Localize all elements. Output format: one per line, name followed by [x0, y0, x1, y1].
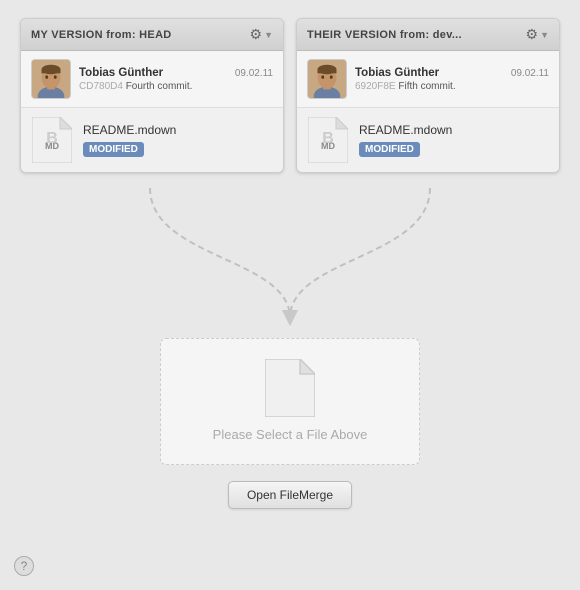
panels-row: MY VERSION from: HEAD ⚙ ▼ [20, 18, 560, 173]
right-gear-icon: ⚙ [526, 26, 539, 43]
right-commit-hash-msg: 6920F8E Fifth commit. [355, 81, 549, 92]
output-box: Please Select a File Above [160, 338, 420, 465]
right-commit-details: Tobias Günther 09.02.11 6920F8E Fifth co… [355, 67, 549, 92]
right-gear-button[interactable]: ⚙ ▼ [526, 26, 549, 43]
svg-text:B: B [322, 130, 334, 147]
left-author-row: Tobias Günther 09.02.11 [79, 67, 273, 79]
right-version-panel: THEIR VERSION from: dev... ⚙ ▼ [296, 18, 560, 173]
left-commit-info: Tobias Günther 09.02.11 CD780D4 Fourth c… [21, 51, 283, 107]
right-file-row[interactable]: MD B README.mdown MODIFIED [297, 107, 559, 172]
svg-text:B: B [46, 130, 58, 147]
left-panel-title: MY VERSION from: HEAD [31, 29, 172, 41]
left-commit-hash-msg: CD780D4 Fourth commit. [79, 81, 273, 92]
left-file-row[interactable]: MD B README.mdown MODIFIED [21, 107, 283, 172]
right-commit-author: Tobias Günther [355, 67, 439, 79]
left-gear-button[interactable]: ⚙ ▼ [250, 26, 273, 43]
left-commit-date: 09.02.11 [235, 68, 273, 79]
right-commit-hash: 6920F8E [355, 81, 396, 92]
main-container: MY VERSION from: HEAD ⚙ ▼ [0, 0, 580, 590]
right-panel-header: THEIR VERSION from: dev... ⚙ ▼ [297, 19, 559, 51]
right-commit-date: 09.02.11 [511, 68, 549, 79]
right-panel-title: THEIR VERSION from: dev... [307, 29, 462, 41]
output-file-icon [265, 359, 315, 417]
right-chevron-icon: ▼ [540, 30, 549, 40]
left-version-panel: MY VERSION from: HEAD ⚙ ▼ [20, 18, 284, 173]
output-placeholder-text: Please Select a File Above [213, 427, 368, 442]
left-gear-icon: ⚙ [250, 26, 263, 43]
right-file-icon: MD B [307, 116, 349, 164]
right-file-info: README.mdown MODIFIED [359, 123, 549, 157]
left-commit-details: Tobias Günther 09.02.11 CD780D4 Fourth c… [79, 67, 273, 92]
right-commit-info: Tobias Günther 09.02.11 6920F8E Fifth co… [297, 51, 559, 107]
right-modified-badge: MODIFIED [359, 142, 420, 157]
left-panel-header: MY VERSION from: HEAD ⚙ ▼ [21, 19, 283, 51]
left-file-icon: MD B [31, 116, 73, 164]
right-avatar [307, 59, 347, 99]
help-icon: ? [21, 559, 28, 573]
arrows-area [20, 178, 560, 338]
left-commit-hash: CD780D4 [79, 81, 123, 92]
right-file-name: README.mdown [359, 123, 549, 137]
left-file-info: README.mdown MODIFIED [83, 123, 273, 157]
left-commit-message: Fourth commit. [126, 81, 193, 92]
left-file-name: README.mdown [83, 123, 273, 137]
right-author-row: Tobias Günther 09.02.11 [355, 67, 549, 79]
help-button[interactable]: ? [14, 556, 34, 576]
left-avatar [31, 59, 71, 99]
right-commit-message: Fifth commit. [398, 81, 455, 92]
left-modified-badge: MODIFIED [83, 142, 144, 157]
left-chevron-icon: ▼ [264, 30, 273, 40]
open-filemerge-button[interactable]: Open FileMerge [228, 481, 352, 509]
left-commit-author: Tobias Günther [79, 67, 163, 79]
